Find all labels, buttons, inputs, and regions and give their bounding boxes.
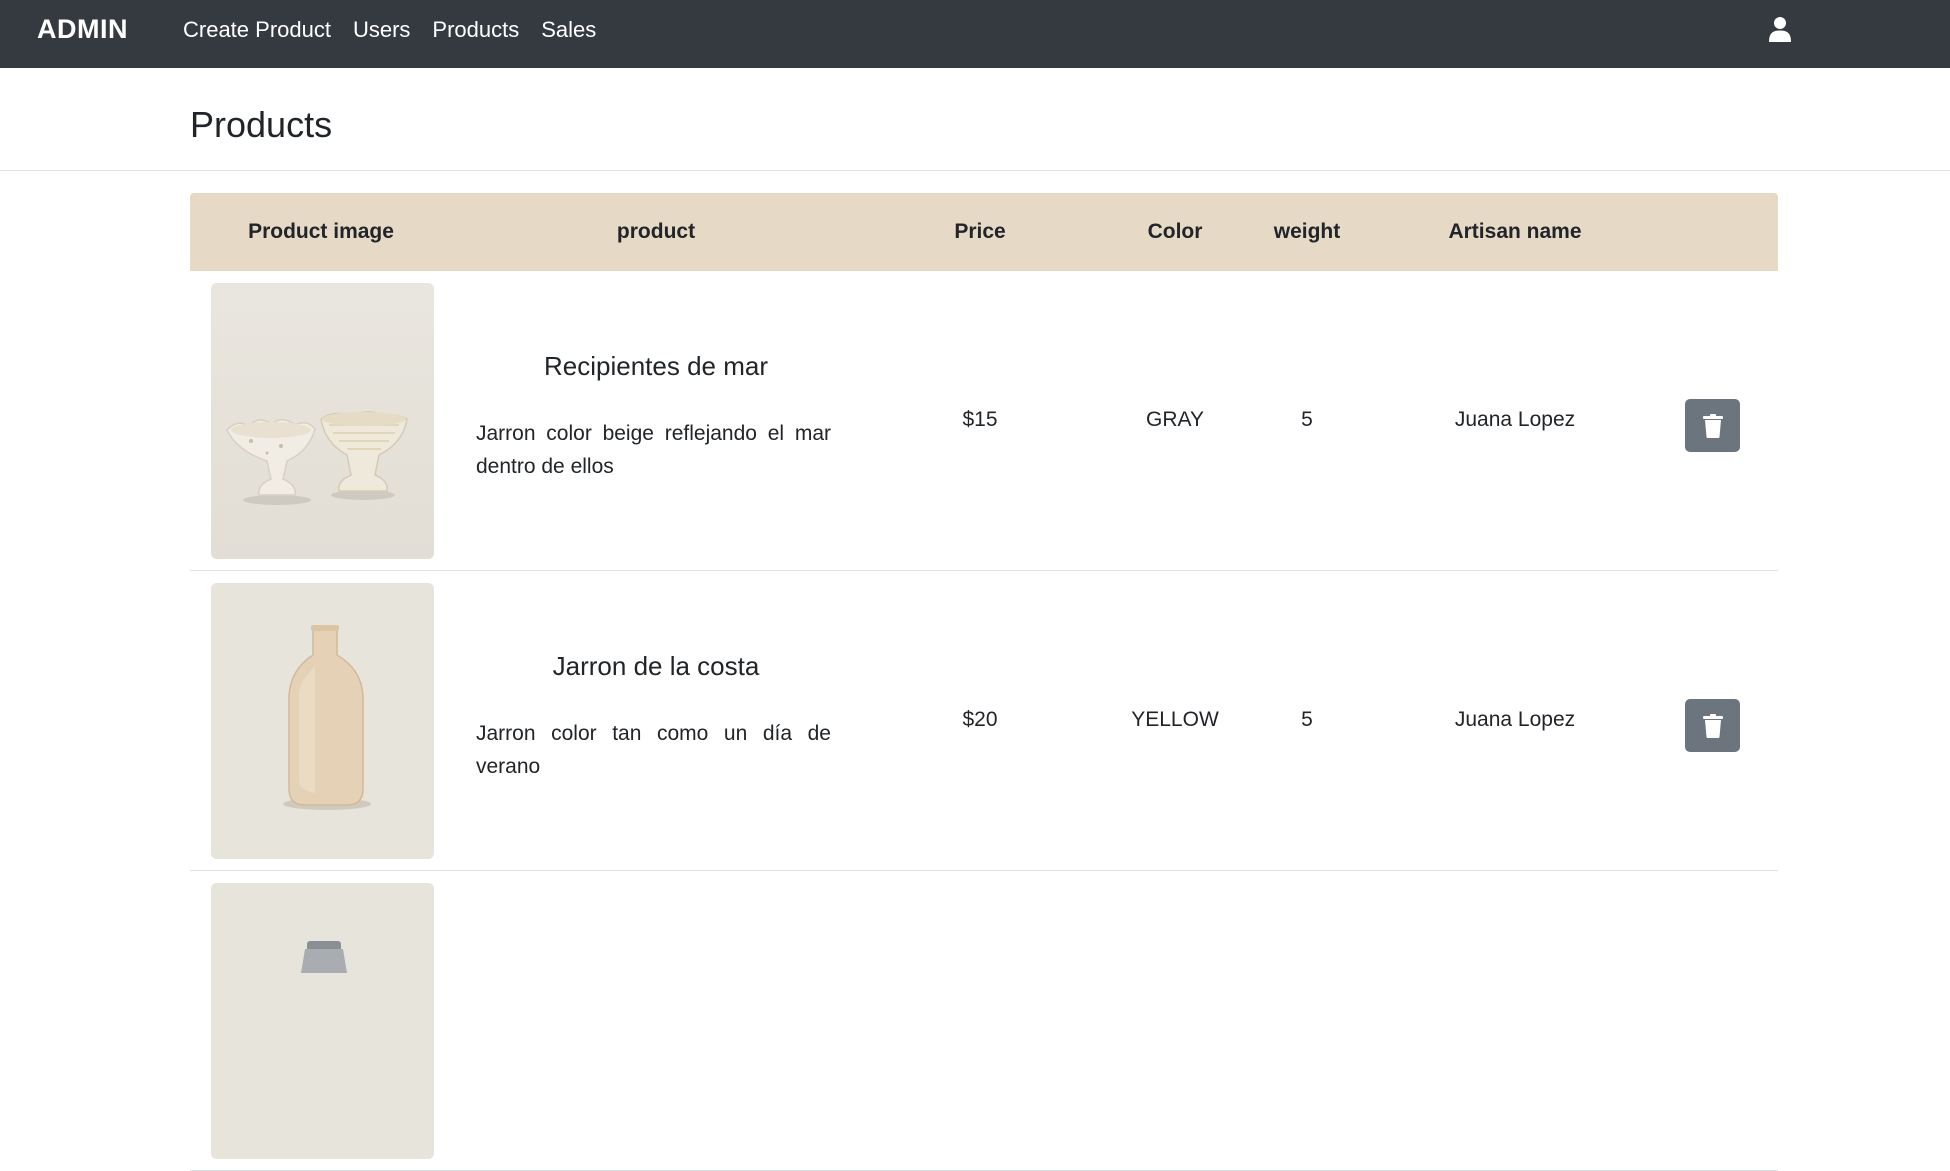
product-price: $15 <box>962 408 998 431</box>
page-header: Products <box>0 68 1950 171</box>
nav-link-users[interactable]: Users <box>353 17 410 43</box>
delete-button[interactable] <box>1685 699 1740 752</box>
trash-icon <box>1702 713 1723 738</box>
navbar: ADMIN Create Product Users Products Sale… <box>0 0 1950 68</box>
delete-button[interactable] <box>1685 399 1740 452</box>
table-row: Jarron de la costa Jarron color tan como… <box>190 571 1778 871</box>
products-table: Product image product Price Color weight… <box>190 193 1778 1171</box>
product-weight: 5 <box>1301 408 1313 431</box>
product-artisan: Juana Lopez <box>1454 408 1576 431</box>
column-header-product-image: Product image <box>248 220 394 243</box>
table-header: Product image product Price Color weight… <box>190 193 1778 271</box>
page-title: Products <box>190 104 333 145</box>
nav-link-products[interactable]: Products <box>432 17 519 43</box>
product-color: YELLOW <box>1131 708 1219 731</box>
column-header-price: Price <box>954 220 1006 243</box>
product-image <box>211 883 434 1159</box>
table-row <box>190 871 1778 1171</box>
table-row: Recipientes de mar Jarron color beige re… <box>190 271 1778 571</box>
product-description: Jarron color tan como un día de verano <box>476 722 831 778</box>
product-name: Recipientes de mar <box>544 351 768 381</box>
product-description: Jarron color beige reflejando el mar den… <box>476 422 831 478</box>
product-name: Jarron de la costa <box>552 651 760 681</box>
nav-link-create-product[interactable]: Create Product <box>183 17 331 43</box>
product-artisan: Juana Lopez <box>1454 708 1576 731</box>
product-price: $20 <box>962 708 998 731</box>
nav-link-sales[interactable]: Sales <box>541 17 596 43</box>
nav-links: Create Product Users Products Sales <box>183 17 618 43</box>
product-color: GRAY <box>1146 408 1204 431</box>
user-icon[interactable] <box>1768 16 1792 42</box>
brand-logo[interactable]: ADMIN <box>37 14 128 45</box>
column-header-product: product <box>616 220 696 243</box>
product-image <box>211 583 434 859</box>
trash-icon <box>1702 413 1723 438</box>
column-header-artisan-name: Artisan name <box>1448 220 1582 243</box>
column-header-weight: weight <box>1273 220 1341 243</box>
product-image <box>211 283 434 559</box>
product-weight: 5 <box>1301 708 1313 731</box>
column-header-color: Color <box>1147 220 1203 243</box>
